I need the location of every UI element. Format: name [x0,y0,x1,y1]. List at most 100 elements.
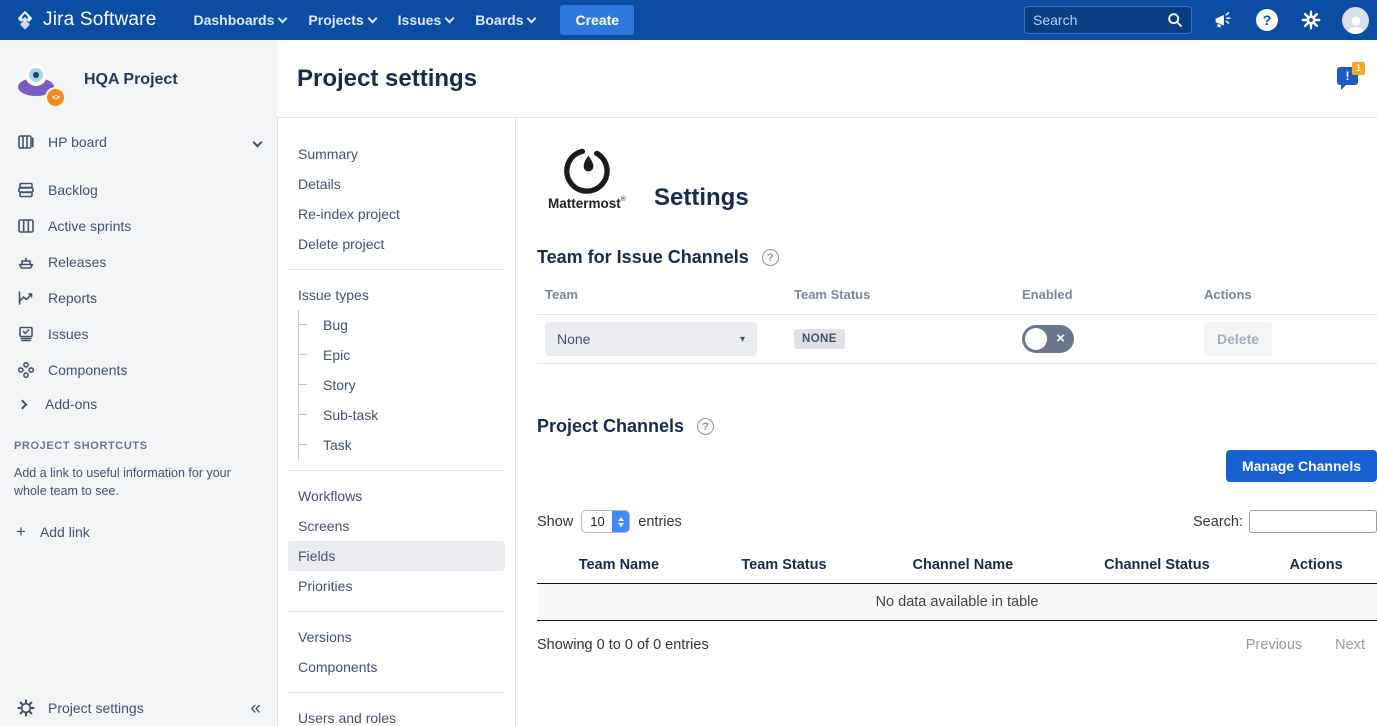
settings-nav-screens[interactable]: Screens [288,511,505,541]
project-name: HQA Project [84,71,178,89]
global-search-input[interactable] [1033,12,1167,28]
settings-gear-icon[interactable] [1298,7,1324,33]
next-page-button[interactable]: Next [1335,637,1365,653]
create-button[interactable]: Create [560,5,634,35]
project-shortcuts-section: PROJECT SHORTCUTS Add a link to useful i… [0,420,277,546]
page-size-select[interactable]: 10 [581,510,630,533]
settings-nav-workflows[interactable]: Workflows [288,481,505,511]
divider [288,470,505,471]
settings-nav-summary[interactable]: Summary [288,139,505,169]
jira-logo-icon [14,9,36,31]
sprints-board-icon [16,216,36,236]
settings-nav-sub-task[interactable]: Sub-task [313,400,505,430]
board-icon [16,132,36,152]
top-navbar: Jira Software Dashboards Projects Issues… [0,0,1377,40]
settings-nav-users-and-roles[interactable]: Users and roles [288,703,505,726]
settings-nav-issue-types[interactable]: Issue types [288,280,505,310]
sidebar-item-releases[interactable]: Releases [0,244,277,280]
entries-label: entries [638,514,682,530]
project-header: <> HQA Project [0,40,277,124]
settings-nav-epic[interactable]: Epic [313,340,505,370]
user-avatar[interactable] [1342,7,1369,34]
sidebar-item-components[interactable]: Components [0,352,277,388]
help-icon[interactable]: ? [1254,7,1280,33]
feedback-widget-icon[interactable]: ! 1 [1337,67,1363,91]
collapse-sidebar-icon[interactable]: « [250,699,261,718]
sidebar-item-active-sprints[interactable]: Active sprints [0,208,277,244]
settings-nav-bug[interactable]: Bug [313,310,505,340]
sidebar-item-backlog[interactable]: Backlog [0,172,277,208]
channel-status-col-header[interactable]: Channel Status [1059,551,1256,584]
ship-icon [16,252,36,272]
feedback-megaphone-icon[interactable] [1210,7,1236,33]
shortcuts-header: PROJECT SHORTCUTS [14,440,263,452]
nav-menu-boards[interactable]: Boards [464,6,546,34]
sidebar-item-board[interactable]: HP board [0,124,277,160]
sidebar-footer-project-settings[interactable]: Project settings « [0,688,277,726]
team-status-badge: NONE [794,329,845,349]
page-header: Project settings ! 1 [277,40,1377,117]
settings-nav-story[interactable]: Story [313,370,505,400]
mattermost-logo-icon [564,148,610,194]
empty-row: No data available in table [537,584,1377,621]
chevron-down-icon [253,137,263,147]
settings-nav-details[interactable]: Details [288,169,505,199]
components-icon [16,360,36,380]
global-search [1024,6,1192,34]
sidebar-item-issues[interactable]: Issues [0,316,277,352]
enabled-toggle[interactable]: × [1022,325,1074,353]
table-search-input[interactable] [1249,510,1377,533]
gear-icon [16,698,36,718]
actions-col-header: Actions [1196,281,1377,315]
team-table: Team Team Status Enabled Actions None [537,281,1377,364]
feedback-count-badge: 1 [1352,62,1365,75]
add-link-button[interactable]: + Add link [14,518,263,546]
chevron-right-icon [18,399,28,409]
sidebar-item-reports[interactable]: Reports [0,280,277,316]
mattermost-wordmark: Mattermost® [548,196,626,211]
actions-col-header[interactable]: Actions [1255,551,1377,584]
table-info-text: Showing 0 to 0 of 0 entries [537,637,709,653]
shortcuts-description: Add a link to useful information for you… [14,464,263,500]
team-section-title: Team for Issue Channels [537,247,749,268]
team-status-col-header: Team Status [786,281,1014,315]
project-settings-nav: Summary Details Re-index project Delete … [277,118,516,726]
settings-nav-task[interactable]: Task [313,430,505,460]
jira-brand[interactable]: Jira Software [14,9,156,31]
empty-table-message: No data available in table [537,584,1377,621]
team-status-col-header[interactable]: Team Status [701,551,867,584]
divider [288,692,505,693]
team-issue-channels-section: Team for Issue Channels ? Team Team Stat… [537,247,1377,364]
table-search-label: Search: [1193,514,1243,530]
enabled-col-header: Enabled [1014,281,1196,315]
settings-nav-reindex[interactable]: Re-index project [288,199,505,229]
software-project-badge-icon: <> [45,87,66,108]
nav-menu-dashboards[interactable]: Dashboards [182,6,297,34]
search-icon[interactable] [1167,12,1183,28]
page-title: Project settings [297,65,477,93]
settings-nav-priorities[interactable]: Priorities [288,571,505,601]
settings-nav-delete-project[interactable]: Delete project [288,229,505,259]
mattermost-logo: Mattermost® [537,148,637,211]
issues-inbox-icon [16,324,36,344]
manage-channels-button[interactable]: Manage Channels [1226,450,1377,482]
sidebar-item-add-ons[interactable]: Add-ons [0,388,277,420]
backlog-icon [16,180,36,200]
team-row: None ▾ NONE × [537,315,1377,364]
settings-nav-components[interactable]: Components [288,652,505,682]
channel-name-col-header[interactable]: Channel Name [867,551,1059,584]
team-select-dropdown[interactable]: None ▾ [545,322,757,356]
help-icon[interactable]: ? [762,249,779,266]
team-name-col-header[interactable]: Team Name [537,551,701,584]
nav-menu-issues[interactable]: Issues [387,6,465,34]
divider [288,269,505,270]
nav-menu-projects[interactable]: Projects [297,6,386,34]
help-icon[interactable]: ? [697,418,714,435]
brand-name: Jira Software [43,9,156,31]
settings-nav-versions[interactable]: Versions [288,622,505,652]
channels-table: Team Name Team Status Channel Name Chann… [537,551,1377,621]
settings-nav-fields[interactable]: Fields [288,541,505,571]
delete-button[interactable]: Delete [1204,322,1272,356]
issue-types-subtree: Bug Epic Story Sub-task Task [298,310,505,460]
previous-page-button[interactable]: Previous [1246,637,1302,653]
